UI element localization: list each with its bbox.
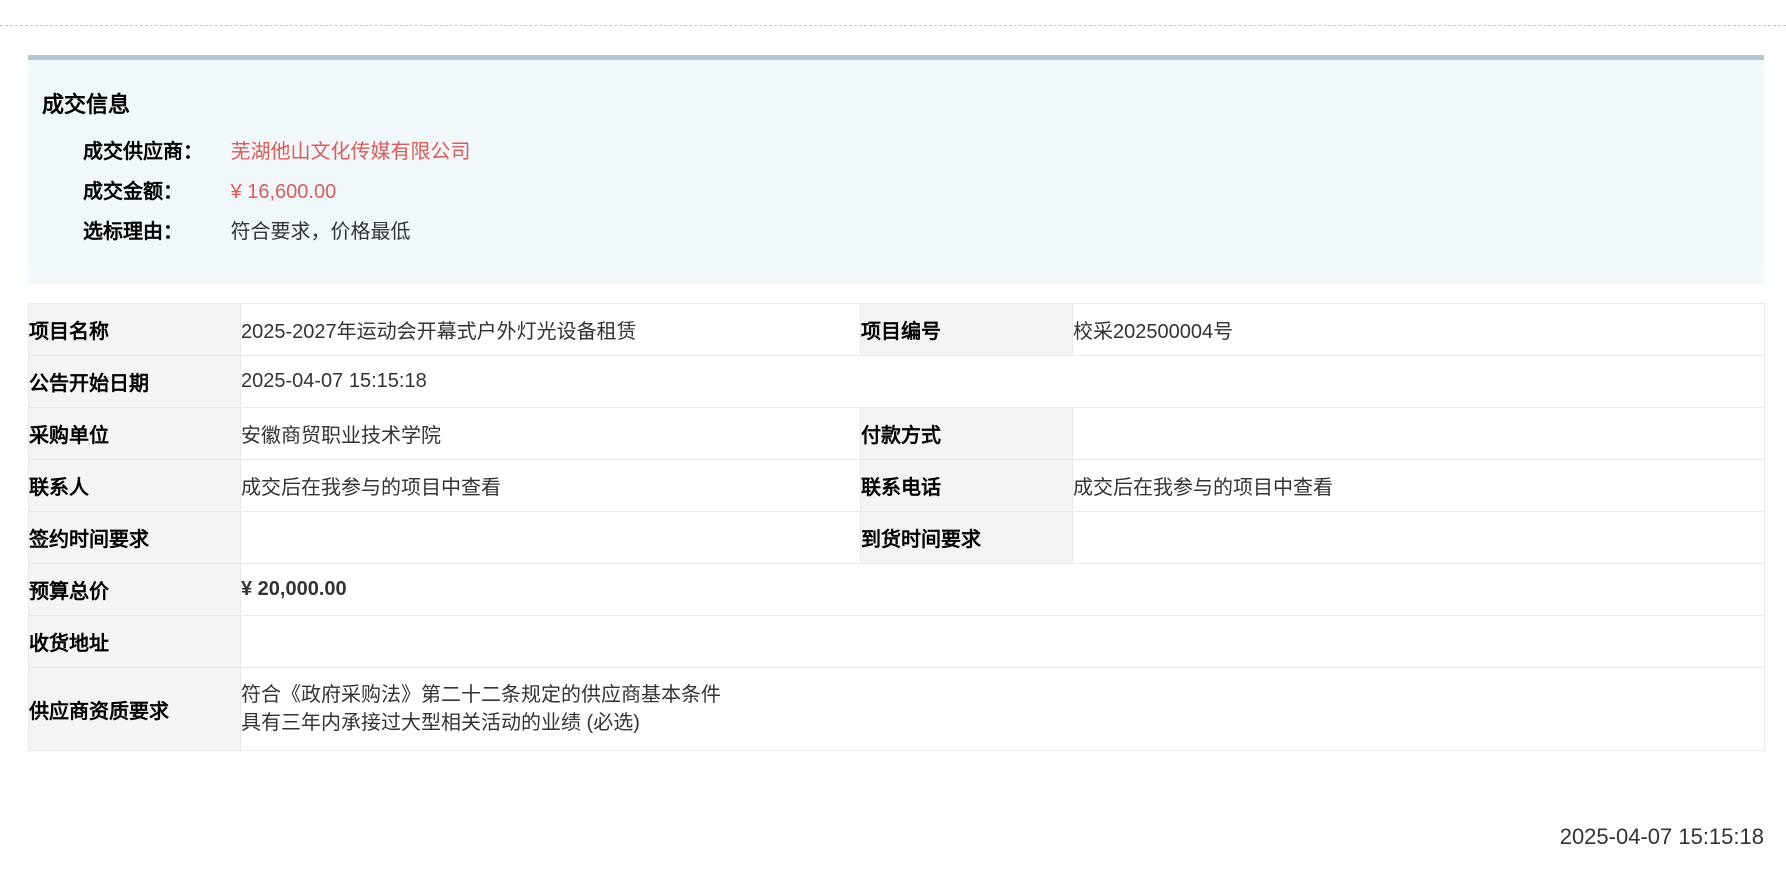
deal-supplier-row: 成交供应商： 芜湖他山文化传媒有限公司 [83, 132, 1764, 172]
supplier-name-link[interactable]: 芜湖他山文化传媒有限公司 [231, 141, 471, 163]
contact-person-label: 联系人 [28, 459, 241, 512]
sign-time-label: 签约时间要求 [28, 511, 241, 564]
purchaser-label: 采购单位 [28, 407, 241, 460]
table-row-budget: 预算总价 ¥ 20,000.00 [28, 563, 1765, 616]
supplier-qualification-value: 符合《政府采购法》第二十二条规定的供应商基本条件 具有三年内承接过大型相关活动的… [240, 667, 1765, 751]
table-row-delivery-address: 收货地址 [28, 615, 1765, 668]
purchaser-value: 安徽商贸职业技术学院 [240, 407, 861, 460]
table-row-time-requirements: 签约时间要求 到货时间要求 [28, 511, 1765, 564]
table-row-supplier-qualification: 供应商资质要求 符合《政府采购法》第二十二条规定的供应商基本条件 具有三年内承接… [28, 667, 1765, 751]
supplier-qualification-label: 供应商资质要求 [28, 667, 241, 751]
payment-method-label: 付款方式 [860, 407, 1073, 460]
selection-reason-row: 选标理由： 符合要求，价格最低 [83, 212, 1764, 252]
footer-timestamp: 2025-04-07 15:15:18 [1559, 824, 1764, 849]
table-row-project-name: 项目名称 2025-2027年运动会开幕式户外灯光设备租赁 项目编号 校采202… [28, 303, 1765, 356]
table-row-contact: 联系人 成交后在我参与的项目中查看 联系电话 成交后在我参与的项目中查看 [28, 459, 1765, 512]
deal-info-title: 成交信息 [42, 92, 131, 117]
contact-person-value: 成交后在我参与的项目中查看 [240, 459, 861, 512]
table-row-purchaser: 采购单位 安徽商贸职业技术学院 付款方式 [28, 407, 1765, 460]
deal-info-panel: 成交信息 成交供应商： 芜湖他山文化传媒有限公司 成交金额： ¥ 16,600.… [28, 55, 1764, 284]
deal-amount-row: 成交金额： ¥ 16,600.00 [83, 172, 1764, 212]
project-name-value: 2025-2027年运动会开幕式户外灯光设备租赁 [240, 303, 861, 356]
project-number-value: 校采202500004号 [1072, 303, 1765, 356]
payment-method-value [1072, 407, 1765, 460]
delivery-time-value [1072, 511, 1765, 564]
deal-amount-value: ¥ 16,600.00 [230, 181, 337, 203]
table-row-announce-date: 公告开始日期 2025-04-07 15:15:18 [28, 355, 1765, 408]
dashed-divider [0, 0, 1786, 26]
deal-amount-label: 成交金额： [83, 181, 183, 203]
delivery-address-value [240, 615, 1765, 668]
selection-reason-label: 选标理由： [83, 221, 183, 243]
delivery-time-label: 到货时间要求 [860, 511, 1073, 564]
qualification-line-1: 符合《政府采购法》第二十二条规定的供应商基本条件 [241, 684, 722, 706]
selection-reason-value: 符合要求，价格最低 [230, 221, 411, 243]
qualification-line-2: 具有三年内承接过大型相关活动的业绩 (必选) [241, 712, 640, 734]
project-number-label: 项目编号 [860, 303, 1073, 356]
budget-total-label: 预算总价 [28, 563, 241, 616]
project-details-table: 项目名称 2025-2027年运动会开幕式户外灯光设备租赁 项目编号 校采202… [28, 303, 1765, 751]
project-name-label: 项目名称 [28, 303, 241, 356]
contact-phone-value: 成交后在我参与的项目中查看 [1072, 459, 1765, 512]
contact-phone-label: 联系电话 [860, 459, 1073, 512]
announce-start-date-label: 公告开始日期 [28, 355, 241, 408]
budget-total-value: ¥ 20,000.00 [240, 563, 1765, 616]
deal-supplier-label: 成交供应商： [83, 141, 203, 163]
sign-time-value [240, 511, 861, 564]
announce-start-date-value: 2025-04-07 15:15:18 [240, 355, 1765, 408]
delivery-address-label: 收货地址 [28, 615, 241, 668]
